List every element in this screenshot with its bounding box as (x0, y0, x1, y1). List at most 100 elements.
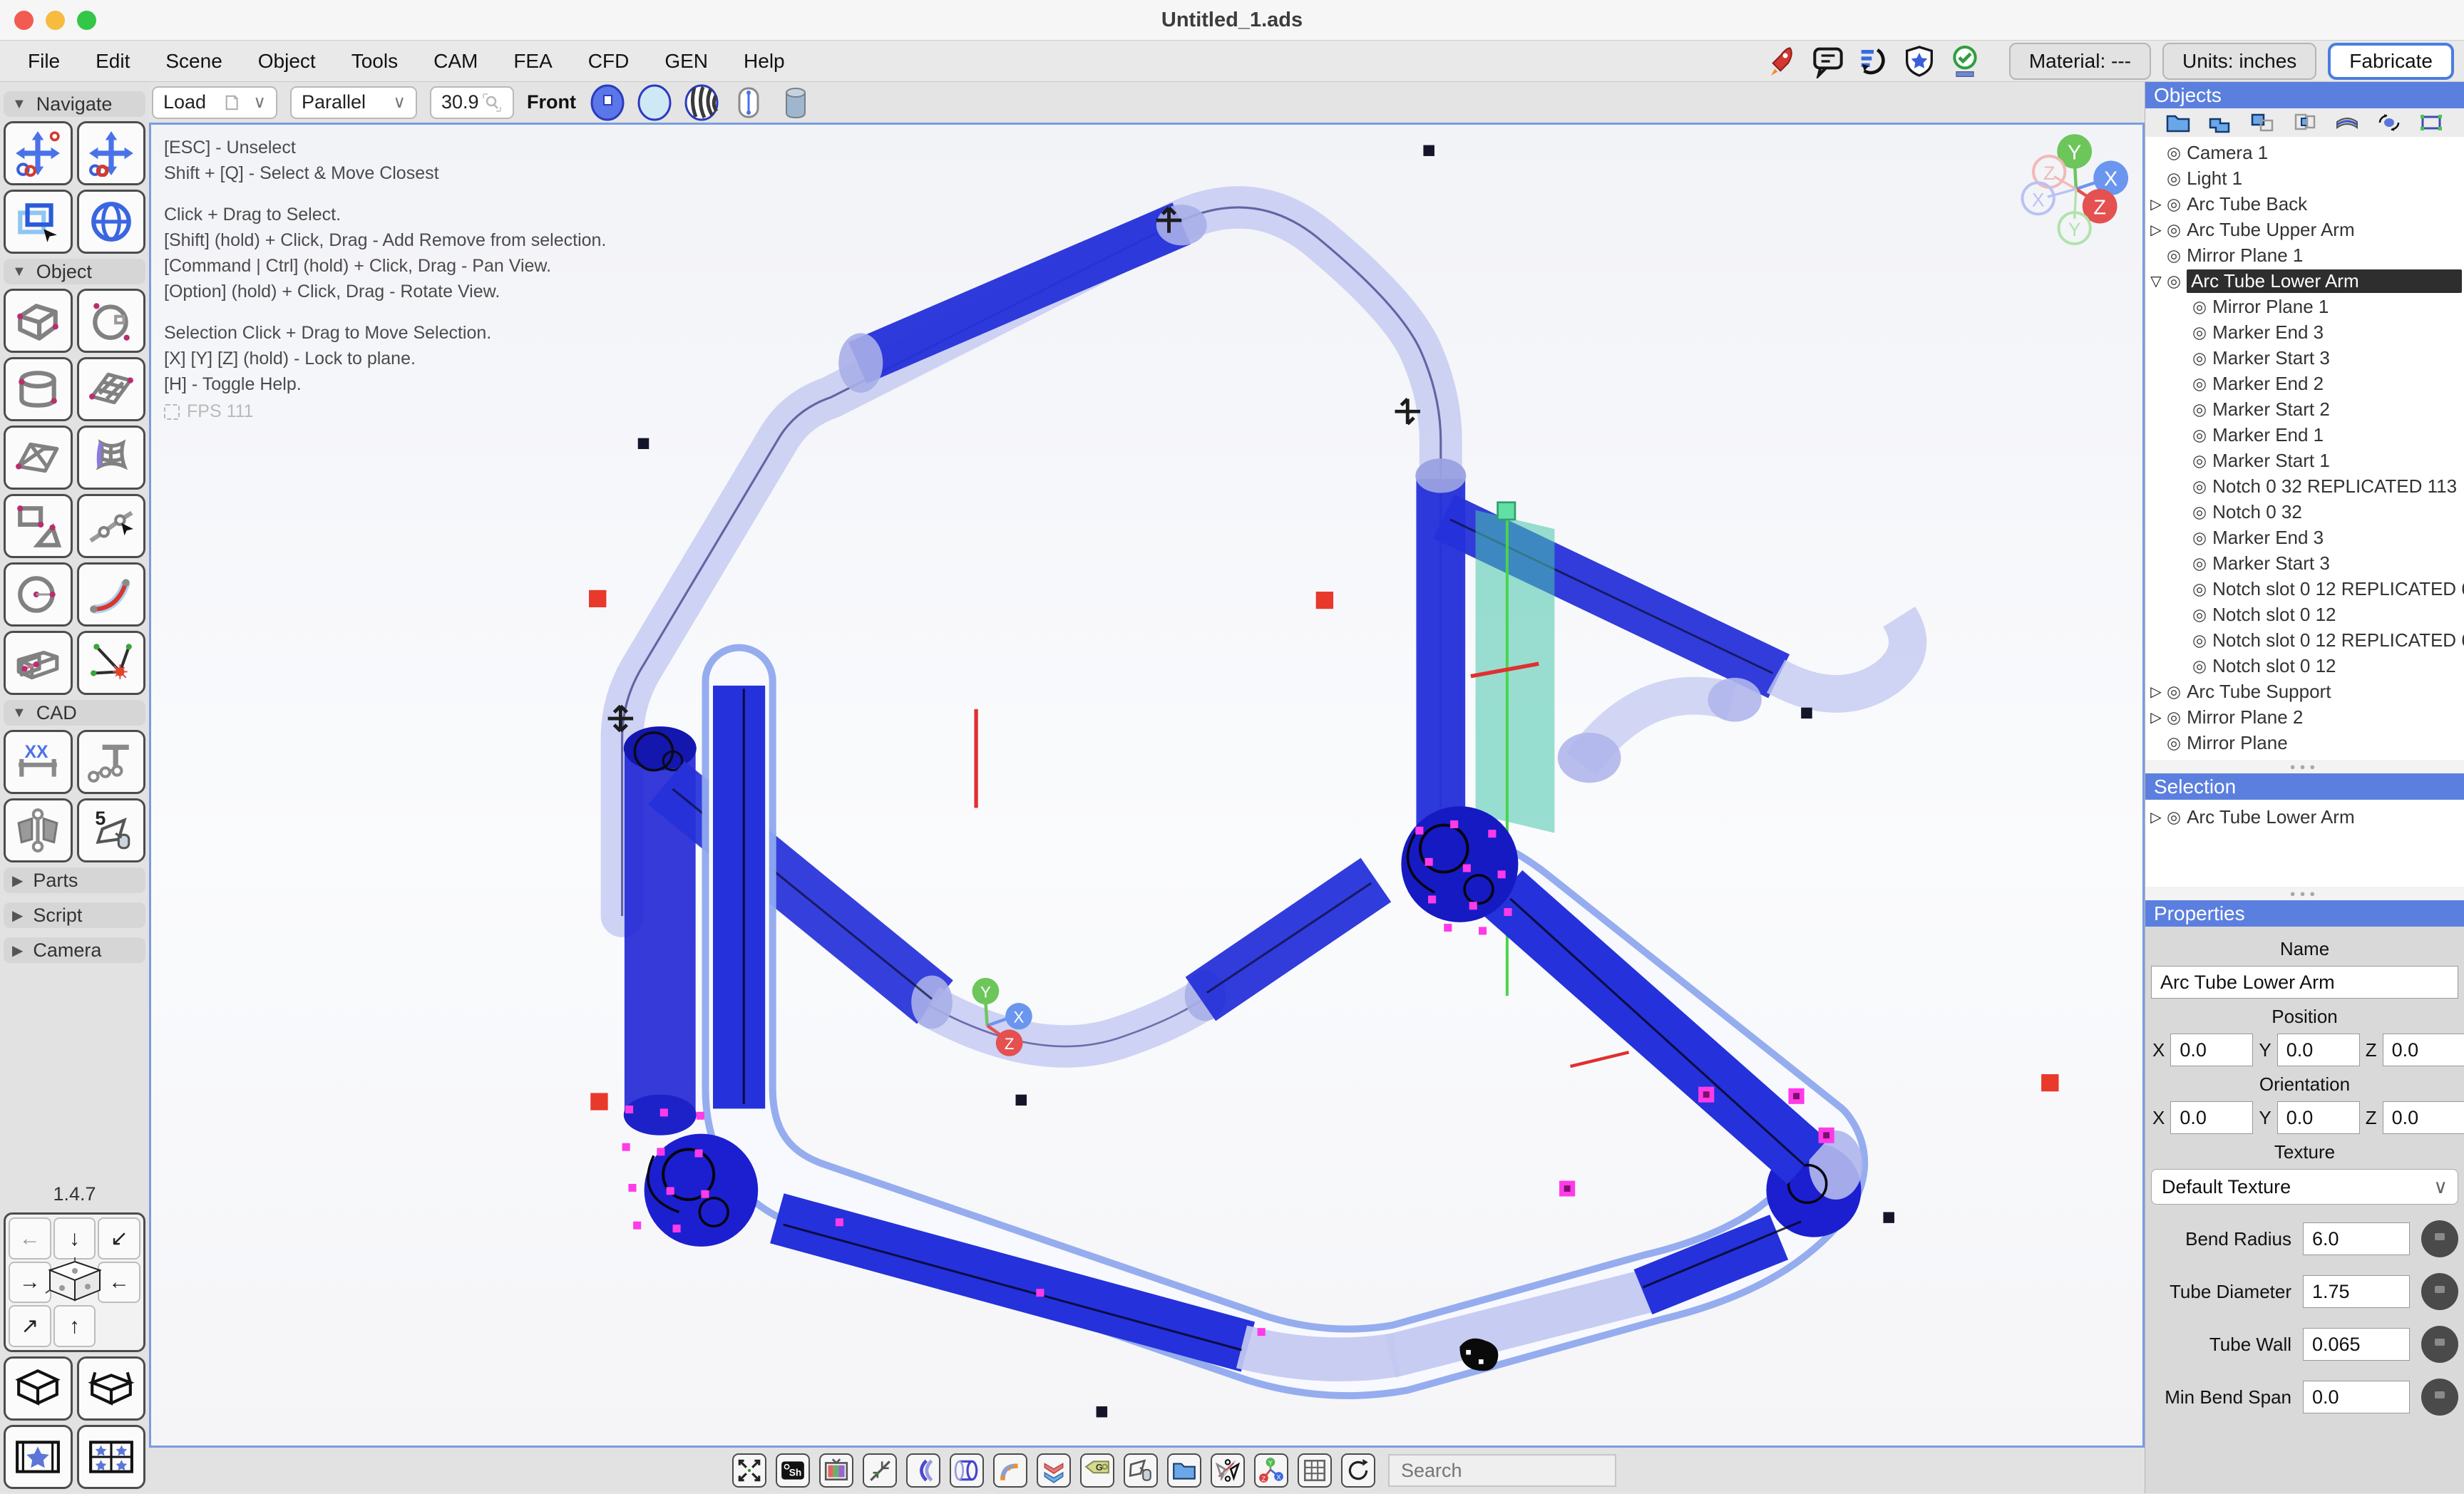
cad-polygon-count-button[interactable]: 5 (77, 798, 146, 862)
tree-item-marker-end-3[interactable]: ◎Marker End 3 (2145, 525, 2464, 550)
object-visibility-icon[interactable]: ◎ (2167, 708, 2181, 727)
tree-item-mirror-plane[interactable]: ◎Mirror Plane (2145, 730, 2464, 756)
favorite-view-button[interactable] (4, 1425, 73, 1489)
axis-gizmo[interactable]: Y X Z Z X Y (2023, 134, 2129, 244)
object-visibility-icon[interactable]: ◎ (2192, 656, 2207, 676)
tube-diameter-field[interactable] (2303, 1275, 2410, 1308)
menu-cfd[interactable]: CFD (570, 50, 647, 73)
object-visibility-icon[interactable]: ◎ (2192, 451, 2207, 470)
section-cad[interactable]: ▼ CAD (4, 700, 145, 726)
intersect-icon[interactable] (2291, 112, 2317, 133)
tube-bend-button[interactable] (906, 1453, 940, 1488)
object-visibility-icon[interactable]: ◎ (2167, 195, 2181, 214)
tree-item-marker-start-2[interactable]: ◎Marker Start 2 (2145, 396, 2464, 422)
add-light-button[interactable] (77, 631, 146, 695)
box-select-tool-button[interactable] (4, 190, 73, 254)
tree-item-arc-tube-upper-arm[interactable]: ▷◎Arc Tube Upper Arm (2145, 217, 2464, 242)
load-dropdown[interactable]: Load ∨ (152, 86, 277, 119)
object-visibility-icon[interactable]: ◎ (2167, 808, 2181, 827)
g-code-tag-button[interactable]: G (1080, 1453, 1114, 1488)
globe-orbit-tool-button[interactable] (77, 190, 146, 254)
tree-item-arc-tube-support[interactable]: ▷◎Arc Tube Support (2145, 679, 2464, 704)
object-visibility-icon[interactable]: ◎ (2167, 272, 2181, 291)
tree-item-camera-1[interactable]: ◎Camera 1 (2145, 140, 2464, 165)
tree-item-marker-end-1[interactable]: ◎Marker End 1 (2145, 422, 2464, 448)
add-polyline-button[interactable] (77, 494, 146, 558)
object-visibility-icon[interactable]: ◎ (2192, 297, 2207, 316)
object-visibility-icon[interactable]: ◎ (2192, 579, 2207, 599)
view-open-cube-button[interactable] (77, 1356, 146, 1421)
cad-dimension-button[interactable]: XX (4, 730, 73, 794)
spray-tool-button[interactable] (1124, 1453, 1158, 1488)
tube-wall-stepper[interactable] (2421, 1326, 2458, 1363)
tree-item-notch-slot-0-12-replicated-61[interactable]: ◎Notch slot 0 12 REPLICATED 61 (2145, 627, 2464, 653)
add-cylinder-button[interactable] (4, 357, 73, 421)
add-arc-bend-button[interactable] (77, 562, 146, 627)
pipe-markers-button[interactable] (993, 1453, 1027, 1488)
tree-item-notch-0-32-replicated-113[interactable]: ◎Notch 0 32 REPLICATED 113 (2145, 473, 2464, 499)
folder-icon[interactable] (2165, 112, 2191, 133)
position-y-field[interactable] (2277, 1034, 2360, 1066)
fold-surfaces-button[interactable] (1037, 1453, 1071, 1488)
panel-resize-handle[interactable]: ●●● (2145, 887, 2464, 900)
multi-view-button[interactable] (77, 1425, 146, 1489)
disclosure-triangle-icon[interactable]: ▷ (2145, 808, 2167, 826)
tree-item-notch-slot-0-12-replicated-63[interactable]: ◎Notch slot 0 12 REPLICATED 63 (2145, 576, 2464, 602)
position-x-field[interactable] (2170, 1034, 2253, 1066)
orientation-z-field[interactable] (2383, 1101, 2464, 1134)
menu-tools[interactable]: Tools (334, 50, 416, 73)
object-visibility-icon[interactable]: ◎ (2167, 682, 2181, 701)
orientation-y-field[interactable] (2277, 1101, 2360, 1134)
view-arrow-button[interactable]: ↗ (9, 1305, 51, 1347)
surface-icon[interactable] (2334, 112, 2360, 133)
disclosure-triangle-icon[interactable]: ▷ (2145, 221, 2167, 239)
tube-solid-display-button[interactable] (777, 84, 814, 121)
sync-icon[interactable] (1857, 44, 1891, 78)
fabricate-button[interactable]: Fabricate (2328, 43, 2454, 80)
subtract-icon[interactable] (2249, 112, 2275, 133)
pan-tool-button[interactable] (77, 121, 146, 185)
object-visibility-icon[interactable]: ◎ (2167, 220, 2181, 239)
add-grid-plane-button[interactable] (77, 357, 146, 421)
tree-item-notch-slot-0-12[interactable]: ◎Notch slot 0 12 (2145, 653, 2464, 679)
orientation-x-field[interactable] (2170, 1101, 2253, 1134)
min-bend-span-field[interactable] (2303, 1381, 2410, 1413)
tree-item-mirror-plane-1[interactable]: ◎Mirror Plane 1 (2145, 294, 2464, 319)
disclosure-triangle-icon[interactable]: ▷ (2145, 683, 2167, 701)
disclosure-triangle-icon[interactable]: ▷ (2145, 709, 2167, 726)
tube-wall-field[interactable] (2303, 1328, 2410, 1361)
minimize-window-button[interactable] (46, 11, 65, 30)
texture-dropdown[interactable]: Default Texture ∨ (2151, 1169, 2458, 1205)
object-visibility-icon[interactable]: ◎ (2192, 374, 2207, 393)
section-camera[interactable]: ▶ Camera (4, 937, 145, 963)
tree-item-arc-tube-lower-arm[interactable]: ▽◎Arc Tube Lower Arm (2145, 268, 2464, 294)
object-visibility-icon[interactable]: ◎ (2167, 169, 2181, 188)
axis-xyz-button[interactable]: YZX (1254, 1453, 1288, 1488)
section-script[interactable]: ▶ Script (4, 902, 145, 928)
mirror-tool-button[interactable] (1211, 1453, 1245, 1488)
object-visibility-icon[interactable]: ◎ (2192, 605, 2207, 624)
object-visibility-icon[interactable]: ◎ (2192, 400, 2207, 419)
object-visibility-icon[interactable]: ◎ (2192, 426, 2207, 445)
add-beam-tube-button[interactable] (4, 631, 73, 695)
group-icon[interactable] (2207, 112, 2233, 133)
add-2d-shapes-button[interactable] (4, 494, 73, 558)
close-window-button[interactable] (14, 11, 34, 30)
tube-line-display-button[interactable] (730, 84, 767, 121)
add-sphere-button[interactable] (77, 289, 146, 353)
object-visibility-icon[interactable]: ◎ (2192, 477, 2207, 496)
search-input[interactable] (1388, 1454, 1616, 1487)
render-preview-button[interactable] (819, 1453, 853, 1488)
zoom-window-button[interactable] (77, 11, 96, 30)
tree-item-marker-end-2[interactable]: ◎Marker End 2 (2145, 371, 2464, 396)
shader-button[interactable]: Sh (776, 1453, 810, 1488)
object-visibility-icon[interactable]: ◎ (2192, 503, 2207, 522)
menu-scene[interactable]: Scene (148, 50, 240, 73)
rocket-icon[interactable] (1765, 44, 1800, 78)
disclosure-triangle-icon[interactable]: ▽ (2145, 272, 2167, 290)
object-visibility-icon[interactable]: ◎ (2192, 349, 2207, 368)
comment-icon[interactable] (1811, 44, 1845, 78)
section-navigate[interactable]: ▼ Navigate (4, 91, 145, 117)
menu-help[interactable]: Help (726, 50, 803, 73)
tree-item-mirror-plane-2[interactable]: ▷◎Mirror Plane 2 (2145, 704, 2464, 730)
